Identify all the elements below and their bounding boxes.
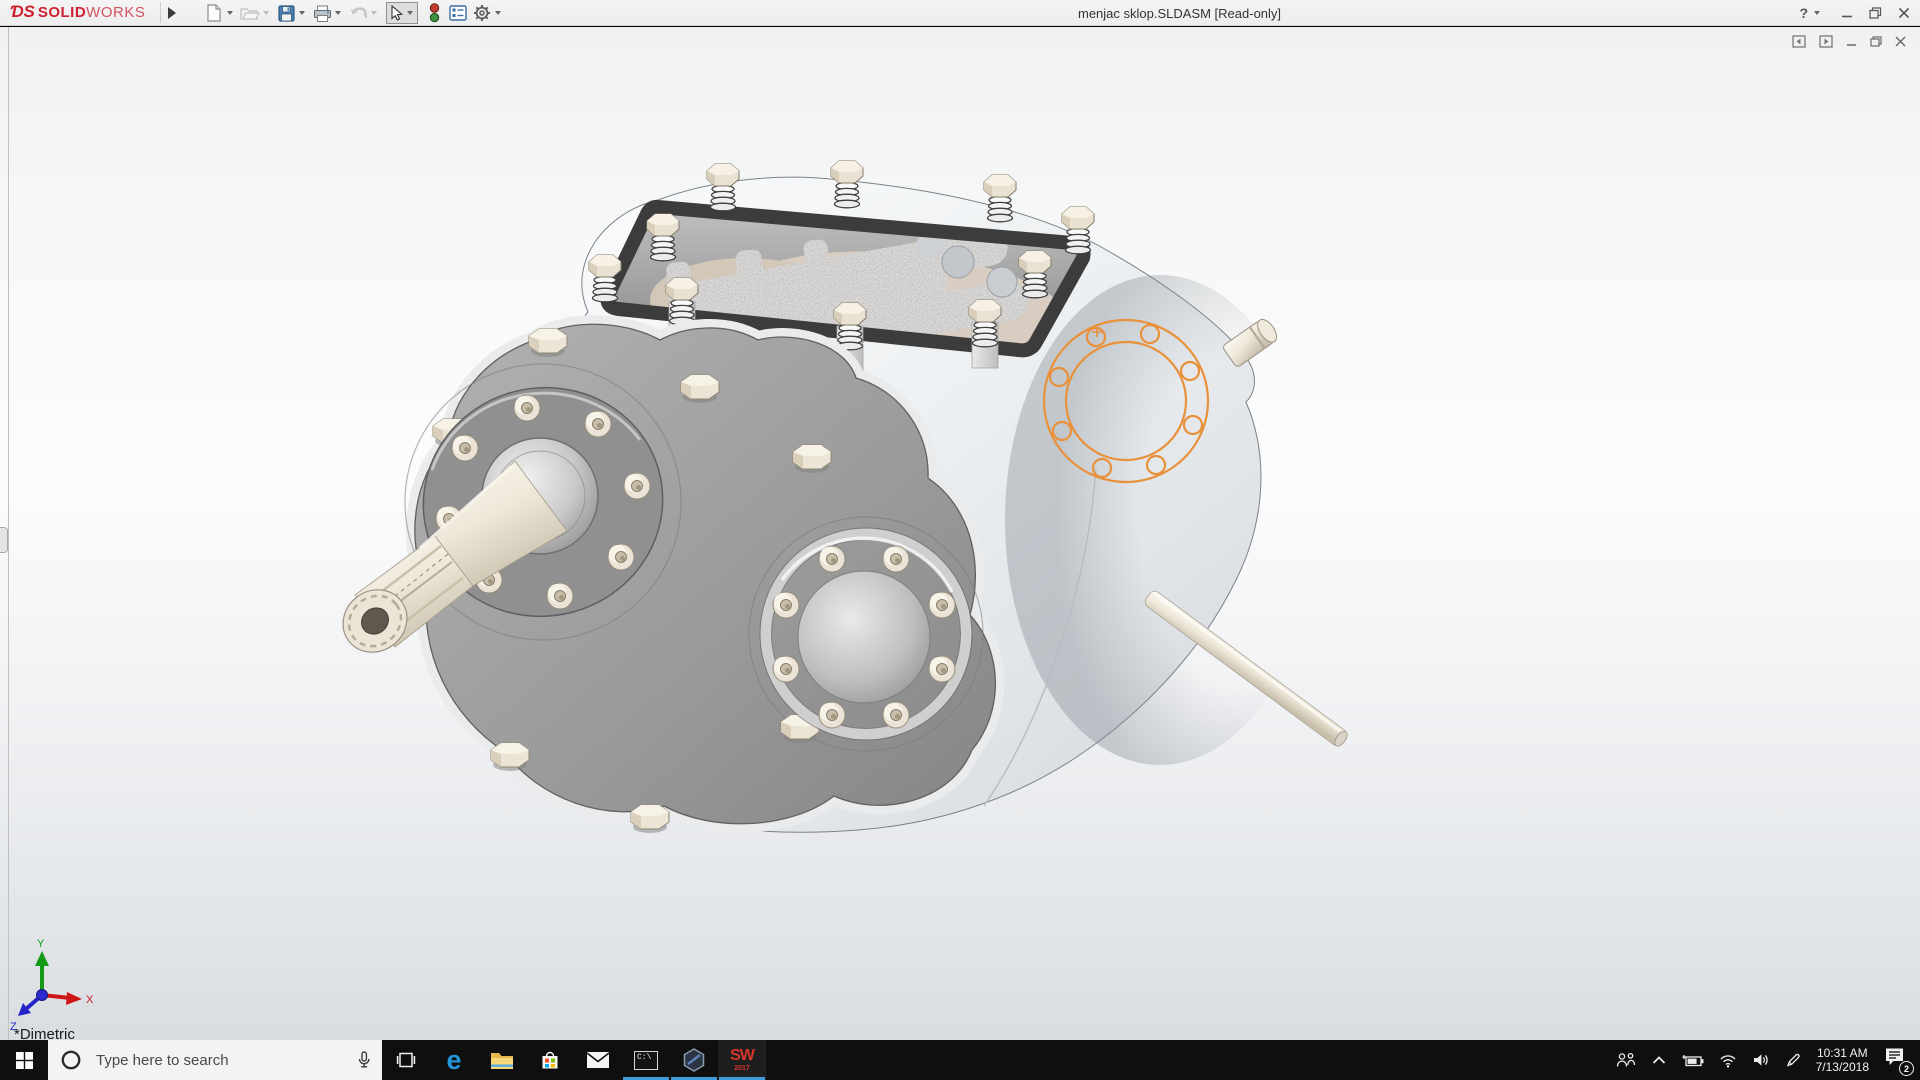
hexagon-app-button[interactable] [670,1040,718,1080]
command-prompt-button[interactable]: C:\ [622,1040,670,1080]
quick-access-toolbar [202,0,506,26]
solidworks-logo: ƊS SOLID WORKS [10,2,145,22]
divider [160,2,161,23]
document-window-controls [1792,35,1906,48]
mail-button[interactable] [574,1040,622,1080]
rebuild-traffic-light-icon [429,3,440,23]
chevron-up-icon [1651,1054,1667,1066]
battery-button[interactable] [1682,1053,1704,1068]
display-settings-button[interactable] [446,2,470,24]
save-icon [278,5,295,22]
graphics-viewport[interactable]: Y X Z *Dimetric [0,27,1920,1040]
open-icon [240,5,260,21]
properties-list-icon [449,5,467,21]
edge-icon: e [446,1047,461,1074]
title-bar: ƊS SOLID WORKS [0,0,1920,26]
triad-x-label: X [86,994,94,1006]
print-button[interactable] [310,2,334,24]
hidden-icons-button[interactable] [1651,1054,1667,1066]
dropdown-caret-icon[interactable] [335,11,341,15]
action-center-button[interactable]: 2 [1884,1047,1910,1073]
people-icon [1616,1052,1636,1068]
dropdown-caret-icon[interactable] [299,11,305,15]
dropdown-caret-icon[interactable] [1814,11,1820,15]
start-button[interactable] [0,1040,48,1080]
splitter-handle[interactable] [0,527,8,553]
triad-y-label: Y [37,938,45,950]
dropdown-caret-icon [263,11,269,15]
orientation-triad: Y X Z [6,935,106,1035]
file-explorer-button[interactable] [478,1040,526,1080]
document-restore-button[interactable] [1870,36,1882,47]
mail-icon [586,1052,610,1069]
clock-time: 10:31 AM [1816,1046,1869,1060]
taskbar-clock[interactable]: 10:31 AM 7/13/2018 [1816,1046,1869,1074]
windows-logo-icon [16,1052,33,1069]
undo-icon [349,6,368,21]
options-button[interactable] [470,2,494,24]
previous-window-button[interactable] [1792,35,1806,48]
store-icon [540,1050,560,1070]
notification-badge: 2 [1899,1061,1914,1076]
cortana-icon [60,1049,82,1071]
pen-button[interactable] [1785,1052,1801,1068]
new-document-icon [206,4,222,22]
window-controls: ? [1799,0,1910,26]
edge-button[interactable]: e [430,1040,478,1080]
solidworks-window: ƊS SOLID WORKS [0,0,1920,1080]
wifi-button[interactable] [1719,1053,1737,1068]
select-tool-group[interactable] [386,2,418,24]
file-explorer-icon [490,1051,514,1070]
dropdown-caret-icon[interactable] [227,11,233,15]
battery-charging-icon [1682,1053,1704,1068]
microphone-icon[interactable] [356,1051,372,1069]
task-view-button[interactable] [382,1040,430,1080]
dropdown-caret-icon[interactable] [495,11,501,15]
dropdown-caret-icon [371,11,377,15]
hexagon-app-icon [683,1048,705,1072]
people-button[interactable] [1616,1052,1636,1068]
store-button[interactable] [526,1040,574,1080]
minimize-button[interactable] [1841,7,1853,19]
undo-button [346,2,370,24]
taskbar-search[interactable]: Type here to search [48,1040,382,1080]
wifi-icon [1719,1053,1737,1068]
gear-icon [473,4,491,22]
document-minimize-button[interactable] [1846,36,1857,47]
select-cursor-icon [390,5,403,21]
dropdown-caret-icon[interactable] [407,11,413,15]
system-tray: 10:31 AM 7/13/2018 2 [1616,1040,1920,1080]
help-button[interactable]: ? [1799,5,1808,21]
task-view-icon [396,1051,416,1069]
windows-taskbar: Type here to search e [0,1040,1920,1080]
speaker-icon [1752,1052,1770,1068]
clock-date: 7/13/2018 [1816,1060,1869,1074]
save-button[interactable] [274,2,298,24]
solidworks-icon: SW 2017 [730,1048,754,1072]
print-icon [313,5,332,22]
command-prompt-icon: C:\ [634,1051,658,1070]
document-title: menjac sklop.SLDASM [Read-only] [1078,6,1281,21]
document-close-button[interactable] [1895,36,1906,47]
solidworks-taskbar-button[interactable]: SW 2017 [718,1040,766,1080]
volume-button[interactable] [1752,1052,1770,1068]
feature-manager-splitter[interactable] [8,27,9,1040]
next-window-button[interactable] [1819,35,1833,48]
gearbox-assembly-model [330,110,1420,870]
open-button[interactable] [238,2,262,24]
ds-logo-icon: ƊS [10,2,35,22]
pen-icon [1785,1052,1801,1068]
new-document-button[interactable] [202,2,226,24]
rebuild-button[interactable] [422,2,446,24]
search-placeholder: Type here to search [96,1052,356,1069]
menu-expand-icon[interactable] [168,7,176,19]
restore-button[interactable] [1869,7,1882,19]
close-button[interactable] [1898,7,1910,19]
